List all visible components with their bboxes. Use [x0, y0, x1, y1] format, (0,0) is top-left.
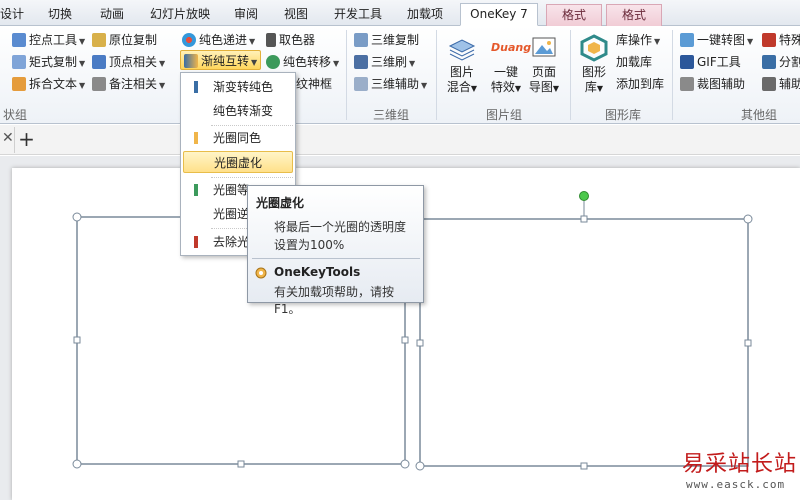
- tooltip-plugin-name: OneKeyTools: [274, 265, 361, 279]
- swatch-icon: [194, 132, 198, 144]
- resize-handle[interactable]: [744, 339, 752, 347]
- tooltip-description: 将最后一个光圈的透明度设置为100%: [274, 220, 407, 252]
- rotate-handle[interactable]: [579, 191, 589, 201]
- menu-item-gradient-to-solid[interactable]: 渐变转纯色: [183, 76, 293, 98]
- menu-item-stop-same-color[interactable]: 光圈同色: [183, 127, 293, 149]
- swatch-icon: [194, 184, 198, 196]
- label: 光圈等: [213, 183, 250, 197]
- tooltip: 光圈虚化 将最后一个光圈的透明度设置为100% OneKeyTools 有关加载…: [247, 185, 424, 316]
- tooltip-help-text: 有关加载项帮助，请按 F1。: [274, 285, 395, 316]
- resize-handle[interactable]: [416, 339, 424, 347]
- resize-handle[interactable]: [72, 212, 82, 222]
- label: 光圈虚化: [214, 156, 263, 170]
- menu-item-solid-to-gradient[interactable]: 纯色转渐变: [183, 100, 293, 122]
- label: 光圈逆: [213, 207, 250, 221]
- resize-handle[interactable]: [580, 215, 588, 223]
- label: 渐变转纯色: [213, 80, 274, 94]
- watermark-logo: 易采站长站: [682, 452, 798, 477]
- watermark-url: www.easck.com: [686, 478, 786, 491]
- right-rectangle-shape[interactable]: [415, 191, 753, 471]
- resize-handle[interactable]: [415, 461, 425, 471]
- menu-item-stop-blur[interactable]: 光圈虚化: [183, 151, 293, 173]
- swatch-icon: [194, 81, 198, 93]
- resize-handle[interactable]: [401, 336, 409, 344]
- label: 去除光: [213, 235, 250, 249]
- resize-handle[interactable]: [237, 460, 245, 468]
- resize-handle[interactable]: [400, 459, 410, 469]
- resize-handle[interactable]: [72, 459, 82, 469]
- menu-separator: [211, 177, 293, 178]
- tooltip-title: 光圈虚化: [256, 196, 305, 210]
- label: 纯色转渐变: [213, 104, 274, 118]
- label: 光圈同色: [213, 131, 262, 145]
- swatch-icon: [194, 236, 198, 248]
- gear-icon: [255, 267, 267, 279]
- resize-handle[interactable]: [73, 336, 81, 344]
- resize-handle[interactable]: [580, 462, 588, 470]
- menu-separator: [211, 125, 293, 126]
- tooltip-separator: [252, 258, 420, 259]
- resize-handle[interactable]: [743, 214, 753, 224]
